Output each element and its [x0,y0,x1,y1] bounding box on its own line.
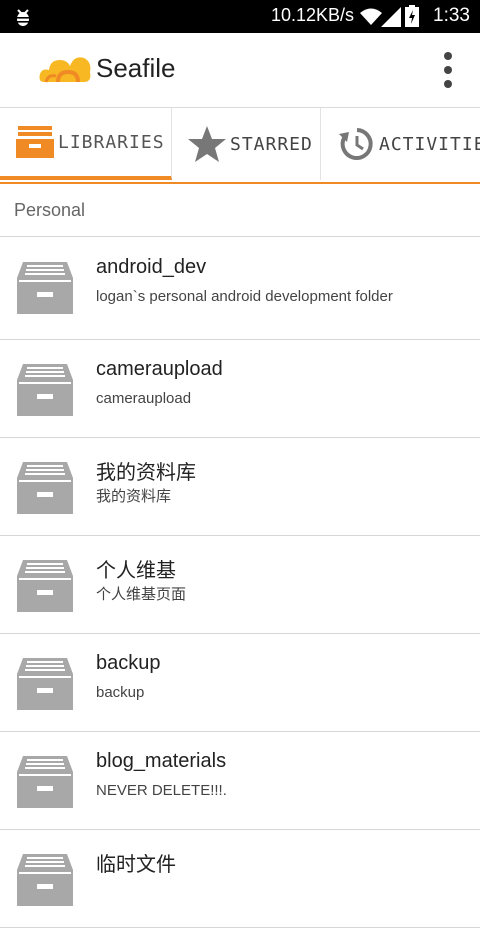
library-name: 我的资料库 [96,462,196,484]
library-icon [17,560,73,616]
library-item[interactable]: 临时文件 [0,830,480,928]
library-description: 个人维基页面 [96,586,187,603]
seafile-logo-icon [38,52,92,92]
library-name: android_dev [96,256,207,278]
signal-icon [381,7,401,31]
library-icon [17,658,73,714]
library-name: 个人维基 [96,560,176,582]
star-icon [188,126,226,162]
library-icon [17,756,73,812]
network-speed: 10.12KB/s [270,5,354,25]
bug-icon [13,7,33,31]
clock: 1:33 [433,5,470,26]
library-name: blog_materials [96,750,227,772]
tab-activities[interactable]: ACTIVITIES [321,108,480,180]
library-name: 临时文件 [96,854,176,876]
tab-starred-label: STARRED [230,133,313,155]
library-item[interactable]: android_dev logan`s personal android dev… [0,238,480,340]
status-bar: 10.12KB/s 1:33 [0,0,480,33]
app-bar: Seafile [0,33,480,108]
tab-libraries[interactable]: LIBRARIES [0,108,172,180]
library-description: NEVER DELETE!!!. [96,782,227,799]
library-description: backup [96,684,145,701]
library-item[interactable]: backup backup [0,634,480,732]
library-icon [17,364,73,420]
library-icon [17,262,73,318]
section-header-personal: Personal [0,184,480,237]
library-icon [17,462,73,518]
wifi-icon [360,8,382,30]
library-description: logan`s personal android development fol… [96,288,393,305]
history-icon [339,128,373,160]
library-name: backup [96,652,161,674]
library-item[interactable]: 我的资料库 我的资料库 [0,438,480,536]
library-item[interactable]: blog_materials NEVER DELETE!!!. [0,732,480,830]
library-description: cameraupload [96,390,192,407]
battery-charging-icon [405,5,419,31]
library-list: android_dev logan`s personal android dev… [0,238,480,928]
tab-starred[interactable]: STARRED [172,108,321,180]
library-icon [17,854,73,910]
library-icon [16,126,54,158]
library-item[interactable]: 个人维基 个人维基页面 [0,536,480,634]
overflow-menu-icon[interactable] [442,52,454,88]
tab-activities-label: ACTIVITIES [379,133,480,155]
library-description: 我的资料库 [96,488,172,505]
library-name: cameraupload [96,358,223,380]
section-title: Personal [14,200,86,220]
tab-bar: LIBRARIES STARRED ACTIVITIES [0,108,480,184]
app-title: Seafile [96,53,176,83]
library-item[interactable]: cameraupload cameraupload [0,340,480,438]
tab-libraries-label: LIBRARIES [58,131,165,153]
